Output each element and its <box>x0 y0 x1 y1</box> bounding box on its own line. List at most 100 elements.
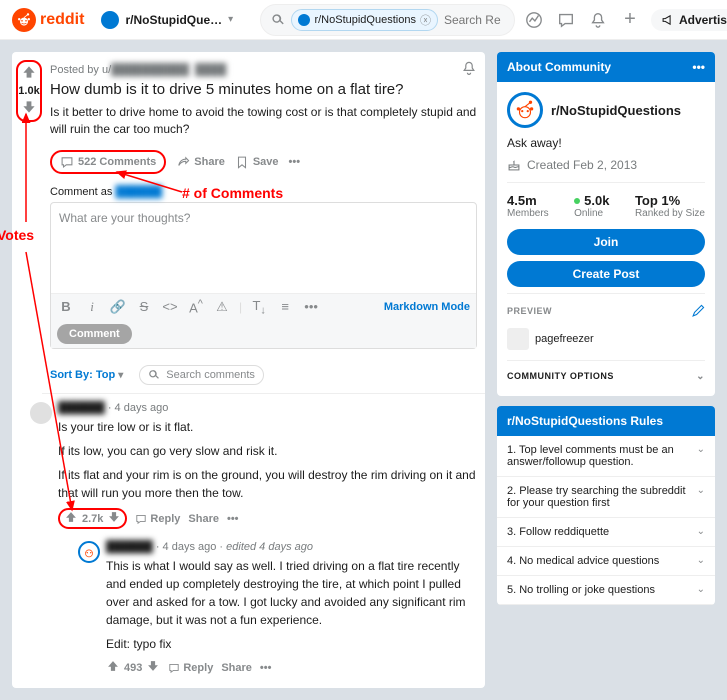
rule-item[interactable]: 1. Top level comments must be an answer/… <box>497 436 715 477</box>
upvote-button[interactable] <box>64 510 78 527</box>
search-icon <box>148 369 160 381</box>
comments-count: 522 Comments <box>78 156 156 168</box>
community-stats: 4.5mMembers 5.0kOnline Top 1%Ranked by S… <box>507 182 705 219</box>
top-header: reddit r/NoStupidQue… ▾ r/NoStupidQuesti… <box>0 0 727 40</box>
spoiler-icon[interactable]: ⚠ <box>213 299 231 315</box>
chevron-down-icon: ⌄ <box>697 485 705 509</box>
more-button[interactable]: ••• <box>289 156 301 168</box>
advertise-button[interactable]: Advertise <box>651 9 727 31</box>
list-icon[interactable]: ≡ <box>276 299 294 314</box>
logo-text: reddit <box>40 11 84 29</box>
chevron-down-icon: ▾ <box>228 14 233 25</box>
join-button[interactable]: Join <box>507 229 705 255</box>
subreddit-name: r/NoStupidQue… <box>125 13 222 27</box>
post-vote-column: 1.0k <box>16 60 42 122</box>
upvote-button[interactable] <box>106 659 120 676</box>
chevron-down-icon: ⌄ <box>697 584 705 596</box>
pencil-icon[interactable] <box>691 304 705 318</box>
comment-author[interactable]: ██████ <box>106 541 153 553</box>
superscript-icon[interactable]: A^ <box>187 298 205 315</box>
chat-icon[interactable] <box>555 9 577 31</box>
pill-text: r/NoStupidQuestions <box>314 14 416 26</box>
pill-icon <box>298 14 310 26</box>
share-label: Share <box>194 156 225 168</box>
more-icon[interactable]: ••• <box>692 60 705 74</box>
comment-meta: ██████ · 4 days ago <box>58 402 477 414</box>
reply-button[interactable]: Reply <box>135 513 180 525</box>
chevron-down-icon: ⌄ <box>697 444 705 468</box>
submit-comment-button[interactable]: Comment <box>57 324 132 344</box>
rules-header: r/NoStupidQuestions Rules <box>497 406 715 436</box>
advertise-label: Advertise <box>679 13 727 27</box>
more-button[interactable]: ••• <box>227 513 239 525</box>
cake-icon <box>507 158 521 172</box>
share-button[interactable]: Share <box>221 662 252 674</box>
posted-by-prefix: Posted by u/ <box>50 64 111 76</box>
markdown-mode-link[interactable]: Markdown Mode <box>384 301 470 313</box>
sort-dropdown[interactable]: Sort By: Top ▾ <box>50 369 123 381</box>
rule-item[interactable]: 4. No medical advice questions⌄ <box>497 547 715 576</box>
search-comments-input[interactable]: Search comments <box>139 365 264 385</box>
sort-row: Sort By: Top ▾ Search comments <box>42 357 485 394</box>
save-label: Save <box>253 156 279 168</box>
comment-actions: 493 Reply Share ••• <box>106 659 477 676</box>
bookmark-icon <box>235 155 249 169</box>
close-icon[interactable]: ⓧ <box>420 12 431 28</box>
reddit-icon <box>12 8 36 32</box>
comment-score: 2.7k <box>82 513 103 525</box>
popular-icon[interactable] <box>523 9 545 31</box>
reddit-logo[interactable]: reddit <box>12 8 84 32</box>
link-icon[interactable]: 🔗 <box>109 299 127 315</box>
search-filter-pill[interactable]: r/NoStupidQuestions ⓧ <box>291 9 438 31</box>
create-post-icon[interactable]: + <box>619 9 641 31</box>
comment-avatar[interactable] <box>78 541 100 563</box>
share-button[interactable]: Share <box>176 155 225 169</box>
post-author[interactable]: ██████████ <box>111 64 189 76</box>
strike-icon[interactable]: S <box>135 299 153 314</box>
heading-icon[interactable]: T↓ <box>250 298 268 317</box>
annotation-votes: Votes <box>0 227 34 243</box>
post-title: How dumb is it to drive 5 minutes home o… <box>42 79 485 104</box>
editor-toolbar: B i 🔗 S <> A^ ⚠ | T↓ ≡ ••• Markdown Mode… <box>51 293 476 349</box>
downvote-button[interactable] <box>21 99 37 118</box>
search-bar[interactable]: r/NoStupidQuestions ⓧ <box>260 4 515 36</box>
community-options[interactable]: COMMUNITY OPTIONS ⌄ <box>507 360 705 386</box>
editor-textarea[interactable]: What are your thoughts? <box>51 203 476 293</box>
search-input[interactable] <box>444 13 504 27</box>
comment-avatar[interactable] <box>30 402 52 424</box>
save-button[interactable]: Save <box>235 155 279 169</box>
upvote-button[interactable] <box>21 64 37 83</box>
comment-author[interactable]: ██████ <box>58 402 105 414</box>
rule-item[interactable]: 3. Follow reddiquette⌄ <box>497 518 715 547</box>
comment: ██████ · 4 days ago Is your tire low or … <box>22 394 485 533</box>
more-button[interactable]: ••• <box>260 662 272 674</box>
more-format-icon[interactable]: ••• <box>302 299 320 314</box>
rule-item[interactable]: 5. No trolling or joke questions⌄ <box>497 576 715 605</box>
reply-button[interactable]: Reply <box>168 662 213 674</box>
rule-item[interactable]: 2. Please try searching the subreddit fo… <box>497 477 715 518</box>
search-icon <box>271 13 285 27</box>
bold-icon[interactable]: B <box>57 299 75 314</box>
create-post-button[interactable]: Create Post <box>507 261 705 287</box>
subreddit-dropdown[interactable]: r/NoStupidQue… ▾ <box>92 6 252 34</box>
share-button[interactable]: Share <box>188 513 219 525</box>
comment-editor-wrap: Comment as ██████ What are your thoughts… <box>42 178 485 358</box>
chevron-down-icon: ⌄ <box>697 555 705 567</box>
bell-icon[interactable] <box>461 60 477 79</box>
comment-as-label: Comment as ██████ <box>50 186 477 198</box>
downvote-button[interactable] <box>146 659 160 676</box>
community-name[interactable]: r/NoStupidQuestions <box>551 103 681 118</box>
preview-user-row[interactable]: pagefreezer <box>507 324 705 360</box>
community-snoo-icon <box>507 92 543 128</box>
comment-editor[interactable]: What are your thoughts? B i 🔗 S <> A^ ⚠ … <box>50 202 477 350</box>
comment-body: This is what I would say as well. I trie… <box>106 557 477 653</box>
about-card: About Community ••• r/NoStupidQuestions … <box>497 52 715 396</box>
rules-card: r/NoStupidQuestions Rules 1. Top level c… <box>497 406 715 605</box>
comments-button[interactable]: 522 Comments <box>50 150 166 174</box>
code-icon[interactable]: <> <box>161 299 179 314</box>
post-main: 1.0k Posted by u/ ██████████ ████ How du… <box>12 52 485 688</box>
comment: ██████ · 4 days ago · edited 4 days ago … <box>70 533 485 680</box>
notifications-icon[interactable] <box>587 9 609 31</box>
italic-icon[interactable]: i <box>83 299 101 315</box>
downvote-button[interactable] <box>107 510 121 527</box>
